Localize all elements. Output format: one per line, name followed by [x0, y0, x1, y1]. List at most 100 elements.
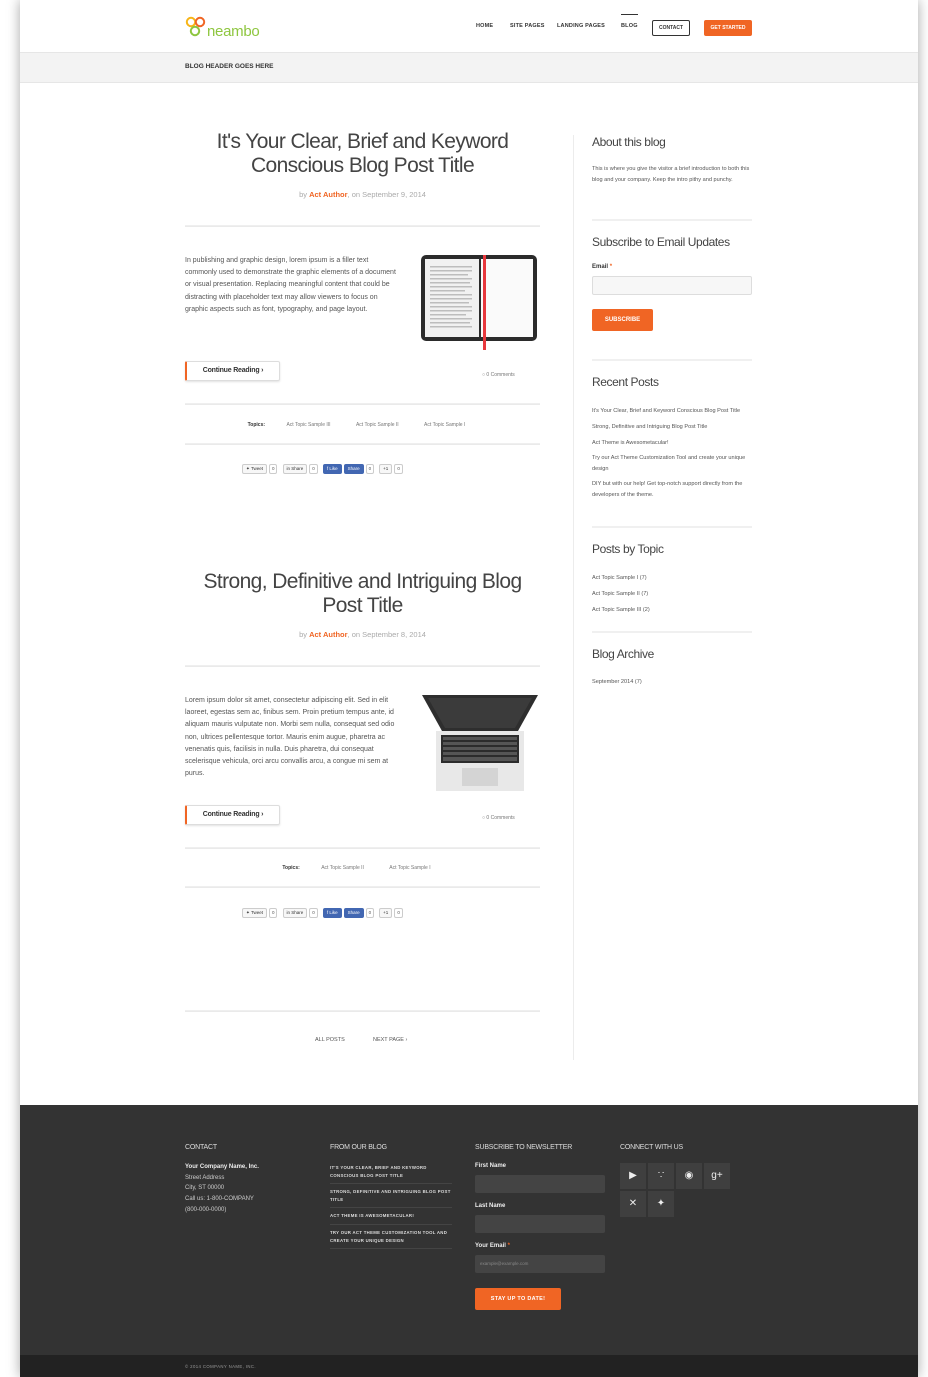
- next-page-link[interactable]: NEXT PAGE ›: [373, 1037, 407, 1043]
- share-count: 0: [309, 908, 318, 918]
- archive-heading: Blog Archive: [592, 647, 654, 661]
- share-count: 0: [394, 464, 403, 474]
- tweet-button[interactable]: ✦ Tweet: [242, 464, 267, 474]
- divider: [185, 443, 540, 445]
- about-text: This is where you give the visitor a bri…: [592, 166, 750, 183]
- top-navigation: neambo HOME SITE PAGES LANDING PAGES BLO…: [20, 0, 918, 52]
- divider: [185, 225, 540, 227]
- linkedin-icon: in: [286, 910, 291, 915]
- youtube-icon[interactable]: ▶: [620, 1163, 646, 1189]
- twitter-icon: ✦: [246, 910, 250, 915]
- rss-icon[interactable]: ∵: [648, 1163, 674, 1189]
- topic-link[interactable]: Act Topic Sample II: [321, 865, 364, 871]
- share-bar: ✦ Tweet 0 in Share 0 f Like Share 0 +1 0: [242, 464, 403, 474]
- email-field[interactable]: [592, 276, 752, 295]
- comment-icon: ○: [482, 815, 486, 821]
- footer-blog-link[interactable]: TRY OUR ACT THEME CUSTOMIZATION TOOL AND…: [330, 1229, 452, 1250]
- recent-posts-list: It's Your Clear, Brief and Keyword Consc…: [592, 406, 754, 506]
- facebook-icon: f: [326, 466, 329, 471]
- google-plus-button[interactable]: +1: [379, 908, 393, 918]
- copyright-bar: © 2014 COMPANY NAME, INC.: [20, 1355, 918, 1377]
- your-email-label: Your Email *: [475, 1243, 510, 1249]
- newsletter-email-field[interactable]: example@example.com: [475, 1255, 605, 1273]
- twitter-icon: ✦: [246, 466, 250, 471]
- recent-post-link[interactable]: Act Theme is Awesometacular!: [592, 438, 754, 448]
- topic-link[interactable]: Act Topic Sample III (2): [592, 605, 754, 615]
- archive-list: September 2014 (7): [592, 677, 754, 693]
- topic-link[interactable]: Act Topic Sample I (7): [592, 573, 754, 583]
- post-topics-2: Topics: Act Topic Sample II Act Topic Sa…: [282, 865, 431, 871]
- blog-header-bar: BLOG HEADER GOES HERE: [20, 52, 918, 83]
- all-posts-link[interactable]: ALL POSTS: [315, 1037, 345, 1043]
- recent-post-link[interactable]: It's Your Clear, Brief and Keyword Consc…: [592, 406, 754, 416]
- footer-blog-link[interactable]: STRONG, DEFINITIVE AND INTRIGUING BLOG P…: [330, 1188, 452, 1209]
- footer-newsletter-heading: SUBSCRIBE TO NEWSLETTER: [475, 1144, 573, 1151]
- comments-link[interactable]: ○ 0 Comments: [482, 372, 515, 378]
- get-started-button[interactable]: GET STARTED: [704, 20, 752, 36]
- post-byline-1: by Act Author, on September 9, 2014: [299, 190, 426, 199]
- divider: [592, 219, 752, 221]
- about-heading: About this blog: [592, 135, 666, 149]
- facebook-share-button[interactable]: Share: [343, 908, 364, 918]
- post-title-1[interactable]: It's Your Clear, Brief and Keyword Consc…: [185, 130, 540, 178]
- copyright-text: © 2014 COMPANY NAME, INC.: [185, 1364, 257, 1369]
- email-label: Email *: [592, 264, 613, 270]
- continue-reading-button[interactable]: Continue Reading ›: [185, 361, 280, 381]
- comments-link[interactable]: ○ 0 Comments: [482, 815, 515, 821]
- topic-link[interactable]: Act Topic Sample I: [424, 422, 465, 428]
- topic-link[interactable]: Act Topic Sample II (7): [592, 589, 754, 599]
- linkedin-icon: in: [286, 466, 291, 471]
- last-name-field[interactable]: [475, 1215, 605, 1233]
- recent-post-link[interactable]: DIY but with our help! Get top-notch sup…: [592, 479, 754, 500]
- share-count: 0: [268, 464, 278, 474]
- blog-header-text: BLOG HEADER GOES HERE: [185, 63, 274, 70]
- nav-landing-pages[interactable]: LANDING PAGES: [557, 23, 605, 29]
- recent-post-link[interactable]: Try our Act Theme Customization Tool and…: [592, 453, 754, 474]
- footer-blog-list: IT'S YOUR CLEAR, BRIEF AND KEYWORD CONSC…: [330, 1164, 452, 1253]
- google-plus-icon[interactable]: g+: [704, 1163, 730, 1189]
- footer-blog-heading: FROM OUR BLOG: [330, 1144, 387, 1151]
- divider: [592, 631, 752, 633]
- newsletter-submit-button[interactable]: STAY UP TO DATE!: [475, 1288, 561, 1310]
- continue-reading-button[interactable]: Continue Reading ›: [185, 805, 280, 825]
- nav-home[interactable]: HOME: [476, 23, 493, 29]
- linkedin-share-button[interactable]: in Share: [282, 908, 308, 918]
- google-plus-button[interactable]: +1: [379, 464, 393, 474]
- share-count: 0: [365, 464, 375, 474]
- first-name-label: First Name: [475, 1163, 507, 1169]
- nav-site-pages[interactable]: SITE PAGES: [510, 23, 545, 29]
- facebook-icon: f: [326, 910, 329, 915]
- topic-link[interactable]: Act Topic Sample III: [286, 422, 330, 428]
- recent-post-link[interactable]: Strong, Definitive and Intriguing Blog P…: [592, 422, 754, 432]
- tweet-button[interactable]: ✦ Tweet: [242, 908, 267, 918]
- topic-link[interactable]: Act Topic Sample II: [356, 422, 399, 428]
- first-name-field[interactable]: [475, 1175, 605, 1193]
- post-title-2[interactable]: Strong, Definitive and Intriguing Blog P…: [185, 570, 540, 618]
- nav-blog[interactable]: BLOG: [621, 14, 638, 29]
- author-link[interactable]: Act Author: [309, 630, 347, 639]
- topic-link[interactable]: Act Topic Sample I: [389, 865, 430, 871]
- footer-blog-link[interactable]: ACT THEME IS AWESOMETACULAR!: [330, 1212, 452, 1225]
- divider: [185, 665, 540, 667]
- facebook-like-button[interactable]: f Like: [322, 908, 342, 918]
- share-count: 0: [268, 908, 278, 918]
- contact-button[interactable]: CONTACT: [652, 20, 690, 36]
- footer-contact-info: Your Company Name, Inc. Street Address C…: [185, 1164, 259, 1213]
- linkedin-share-button[interactable]: in Share: [282, 464, 308, 474]
- post-topics-1: Topics: Act Topic Sample III Act Topic S…: [247, 422, 466, 428]
- xing-icon[interactable]: ✕: [620, 1191, 646, 1217]
- facebook-share-button[interactable]: Share: [343, 464, 364, 474]
- pinterest-icon[interactable]: ◉: [676, 1163, 702, 1189]
- subscribe-heading: Subscribe to Email Updates: [592, 235, 730, 249]
- footer-blog-link[interactable]: IT'S YOUR CLEAR, BRIEF AND KEYWORD CONSC…: [330, 1164, 452, 1185]
- book-image: [421, 255, 537, 350]
- facebook-like-button[interactable]: f Like: [322, 464, 342, 474]
- divider: [185, 403, 540, 405]
- twitter-icon[interactable]: ✦: [648, 1191, 674, 1217]
- subscribe-button[interactable]: SUBSCRIBE: [592, 309, 653, 331]
- divider: [592, 526, 752, 528]
- archive-link[interactable]: September 2014 (7): [592, 677, 754, 687]
- author-link[interactable]: Act Author: [309, 190, 347, 199]
- comment-icon: ○: [482, 372, 486, 378]
- recent-posts-heading: Recent Posts: [592, 375, 659, 389]
